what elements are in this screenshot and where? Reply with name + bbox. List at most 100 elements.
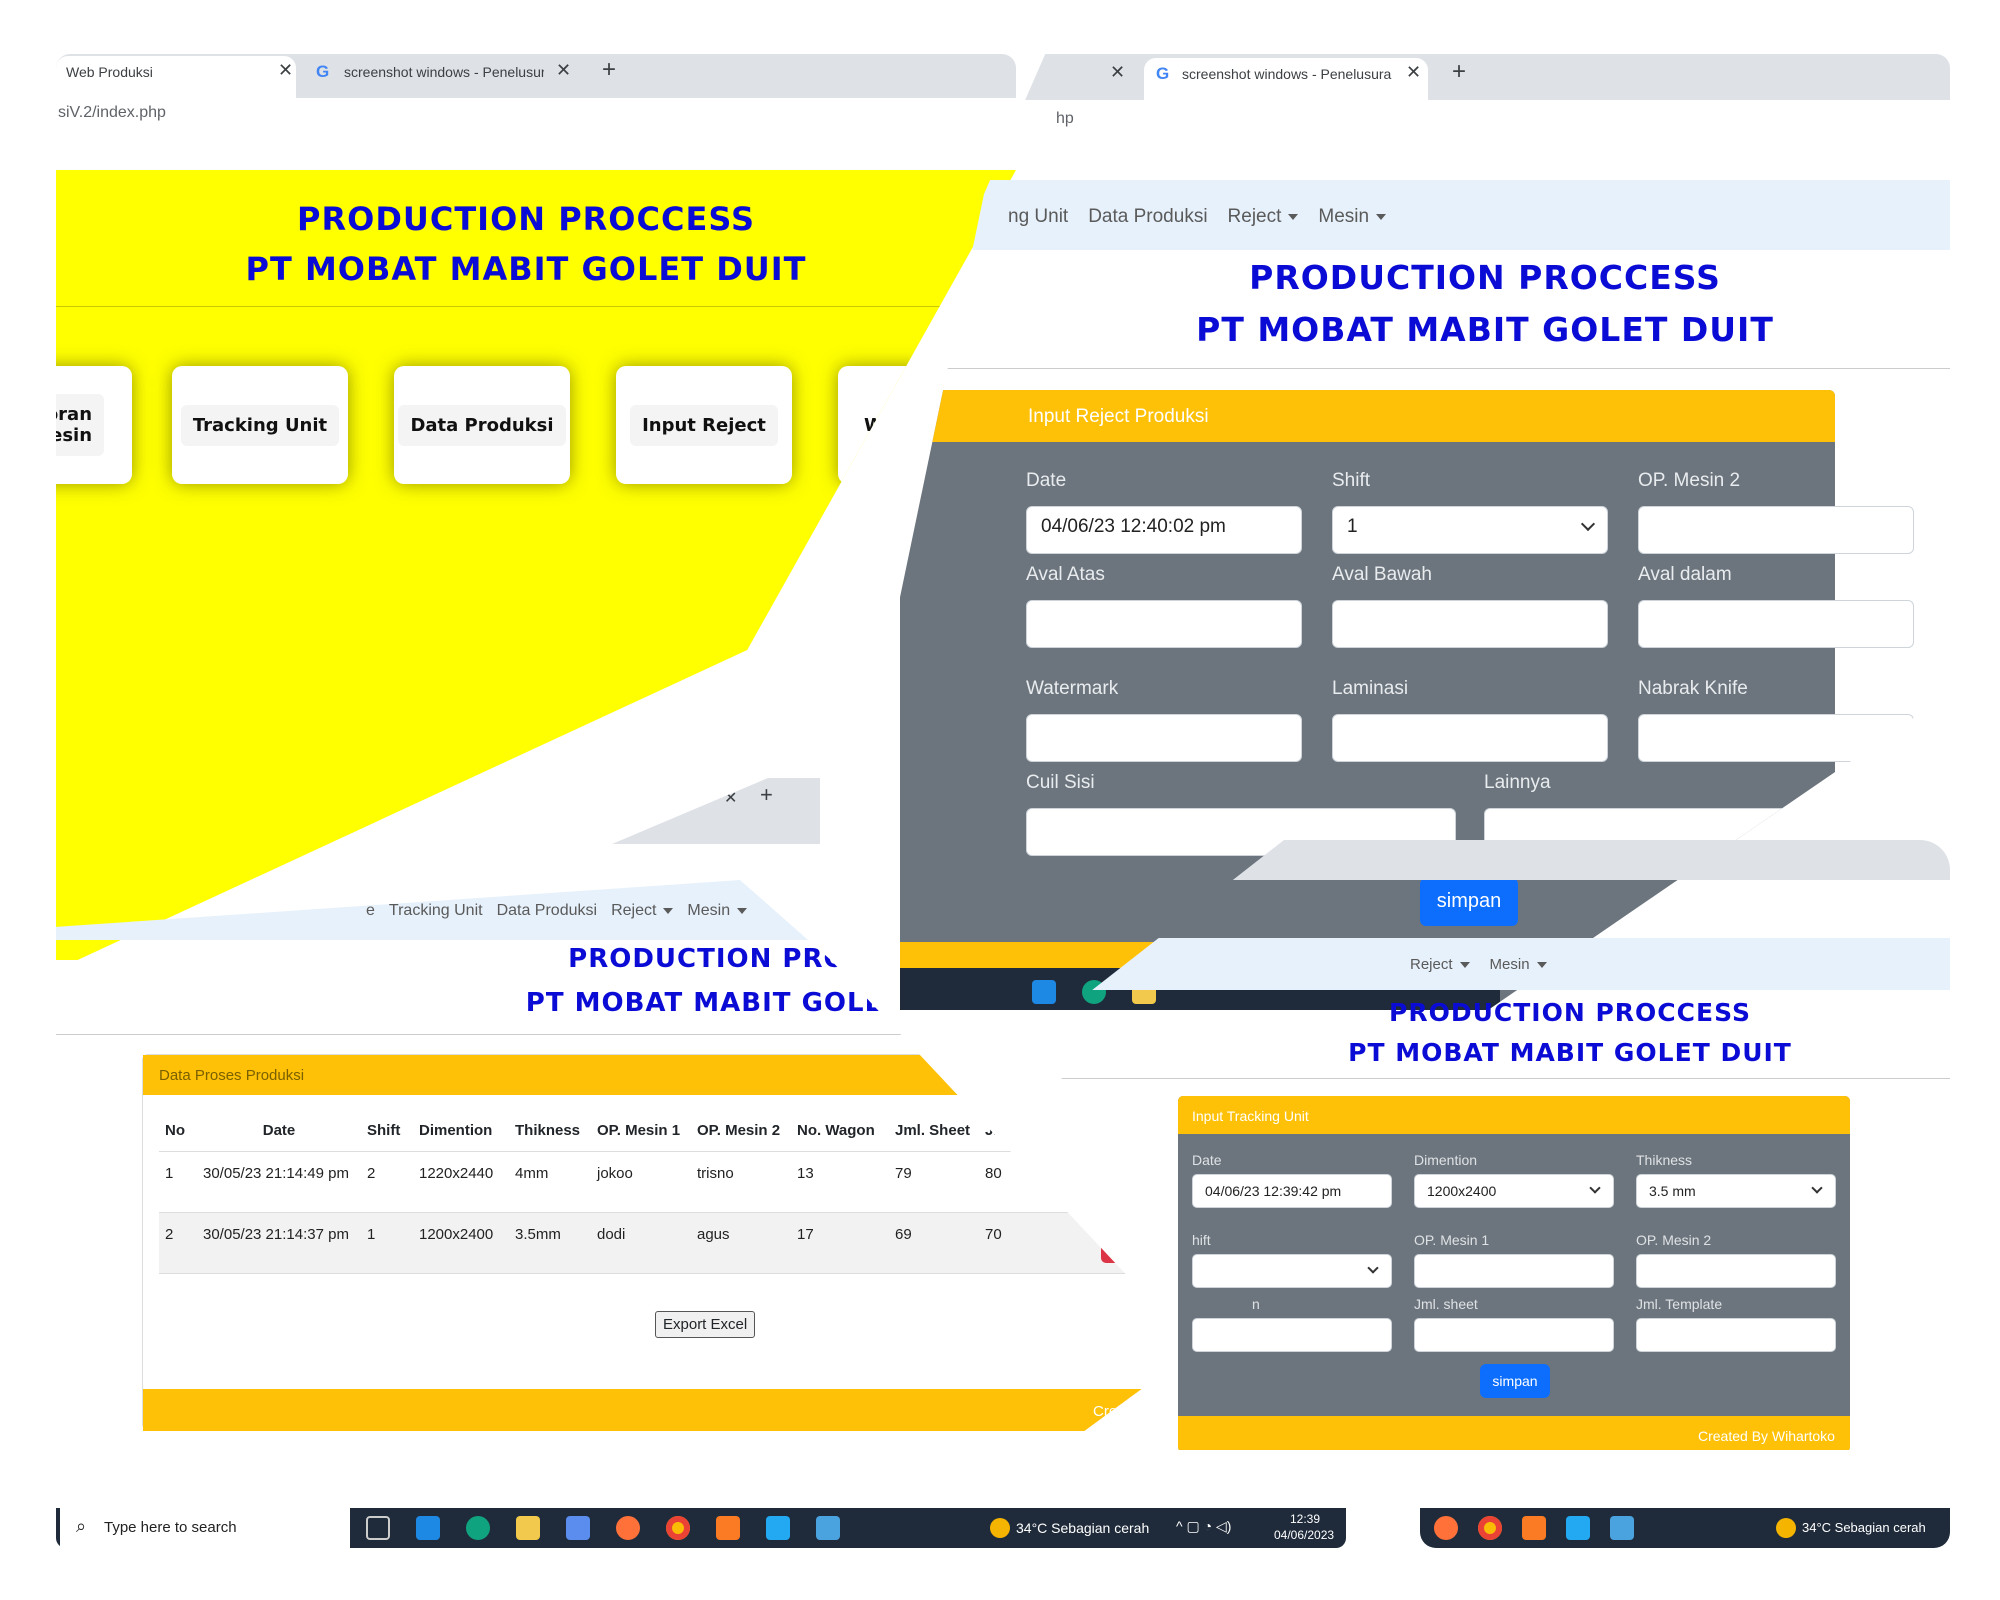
nav-data-produksi[interactable]: Data Produksi (1088, 206, 1207, 250)
nav-reject[interactable]: Reject (1228, 206, 1299, 250)
mail-icon[interactable] (416, 1516, 440, 1540)
op-mesin-2-label: OP. Mesin 2 (1636, 1232, 1712, 1248)
cell-no-wagon: 13 (797, 1165, 814, 1182)
cell-jml-template: 70 (985, 1226, 1002, 1243)
clock-time[interactable]: 12:39 (1290, 1512, 1320, 1526)
vscode-icon[interactable] (1566, 1516, 1590, 1540)
col-shift: Shift (367, 1122, 401, 1139)
chevron-down-icon (1376, 213, 1387, 220)
menu-data-produksi[interactable]: Data Produksi (394, 366, 570, 484)
aval-atas-field[interactable] (1026, 600, 1302, 648)
address-bar[interactable]: hp (900, 104, 1950, 140)
nav-mesin[interactable]: Mesin (1318, 206, 1387, 250)
menu-label: Data Produksi (398, 404, 566, 446)
card-footer (143, 1389, 1196, 1431)
op-mesin-2-label: OP. Mesin 2 (1638, 470, 1741, 491)
chrome-icon[interactable] (666, 1516, 690, 1540)
menu-label: Input Reject (630, 404, 778, 446)
menu-laporan-mesin[interactable]: oran lesin (56, 366, 132, 484)
cell-no: 2 (165, 1226, 174, 1243)
chevron-down-icon (1288, 213, 1299, 220)
close-tab-icon[interactable]: ✕ (556, 60, 571, 81)
search-box[interactable]: ⌕ Type here to search (60, 1508, 350, 1548)
edge-icon[interactable] (466, 1516, 490, 1540)
op-mesin-2-field[interactable] (1636, 1254, 1836, 1288)
aval-bawah-field[interactable] (1332, 600, 1608, 648)
watermark-field[interactable] (1026, 714, 1302, 762)
jml-template-field[interactable] (1636, 1318, 1836, 1352)
nav-label: Mesin (1489, 956, 1530, 973)
new-tab-icon[interactable]: + (1452, 58, 1466, 86)
shift-value: 1 (1347, 516, 1358, 537)
date-field[interactable]: 04/06/23 12:39:42 pm (1192, 1174, 1392, 1208)
tracking-card: Input Tracking Unit Date Dimention Thikn… (1178, 1096, 1850, 1450)
vscode-icon[interactable] (766, 1516, 790, 1540)
nav-reject[interactable]: Reject (611, 902, 674, 940)
table-row: 2 30/05/23 21:14:37 pm 1 1200x2400 3.5mm… (159, 1212, 1196, 1274)
store-icon[interactable] (566, 1516, 590, 1540)
search-tab-title[interactable]: screenshot windows - Penelusura (344, 64, 544, 80)
firefox-icon[interactable] (1434, 1516, 1458, 1540)
cell-date: 30/05/23 21:14:49 pm (203, 1165, 349, 1182)
cell-jml-sheet: 69 (895, 1226, 912, 1243)
save-button[interactable]: simpan (1480, 1364, 1550, 1398)
nav-tracking-unit[interactable]: ng Unit (1008, 206, 1068, 250)
op-mesin-1-label: OP. Mesin 1 (1414, 1232, 1490, 1248)
menu-tracking-unit[interactable]: Tracking Unit (172, 366, 348, 484)
menu-label: Tracking Unit (180, 404, 340, 446)
op-mesin-1-field[interactable] (1414, 1254, 1614, 1288)
nav-reject[interactable]: Reject (1410, 956, 1470, 990)
laminasi-field[interactable] (1332, 714, 1608, 762)
no-wagon-field[interactable] (1192, 1318, 1392, 1352)
export-excel-button[interactable]: Export Excel (655, 1311, 756, 1338)
new-tab-icon[interactable]: + (602, 56, 616, 84)
menu-input-reject[interactable]: Input Reject (616, 366, 792, 484)
jml-sheet-label: Jml. sheet (1414, 1296, 1478, 1312)
photos-icon[interactable] (816, 1516, 840, 1540)
weather-icon (1776, 1518, 1796, 1538)
weather-text[interactable]: 34°C Sebagian cerah (1016, 1520, 1149, 1536)
weather-text[interactable]: 34°C Sebagian cerah (1802, 1520, 1926, 1535)
date-field[interactable]: 04/06/23 12:40:02 pm (1026, 506, 1302, 554)
clock-date[interactable]: 04/06/2023 (1274, 1528, 1334, 1542)
mail-icon[interactable] (1032, 980, 1056, 1004)
nav-data-produksi[interactable]: Data Produksi (497, 902, 598, 940)
address-bar[interactable]: siV.2/index.php (56, 98, 1016, 132)
shift-label: Shift (1332, 470, 1371, 491)
nav-mesin[interactable]: Mesin (687, 902, 748, 940)
divider (56, 1034, 1056, 1035)
col-op-mesin-2: OP. Mesin 2 (697, 1122, 781, 1139)
thikness-select[interactable]: 3.5 mm (1636, 1174, 1836, 1208)
photos-icon[interactable] (1610, 1516, 1634, 1540)
close-tab-icon[interactable]: ✕ (1110, 62, 1125, 83)
aval-dalam-field[interactable] (1638, 600, 1914, 648)
watermark-label: Watermark (1026, 678, 1119, 699)
shift-select[interactable] (1192, 1254, 1392, 1288)
dimention-select[interactable]: 1200x2400 (1414, 1174, 1614, 1208)
nav-label: Reject (611, 902, 657, 919)
tray-icons[interactable]: ^ ▢ ◔ ◁) (1176, 1518, 1231, 1535)
cell-dimention: 1220x2440 (419, 1165, 494, 1182)
firefox-icon[interactable] (616, 1516, 640, 1540)
jml-sheet-field[interactable] (1414, 1318, 1614, 1352)
nabrak-knife-field[interactable] (1638, 714, 1914, 762)
divider (56, 306, 996, 307)
chevron-down-icon (1536, 962, 1547, 969)
chevron-down-icon (1367, 1262, 1379, 1274)
task-view-icon[interactable] (366, 1516, 390, 1540)
shift-select[interactable]: 1 (1332, 506, 1608, 554)
nav-tracking-unit[interactable]: Tracking Unit (389, 902, 483, 940)
chrome-icon[interactable] (1478, 1516, 1502, 1540)
chevron-down-icon (663, 907, 674, 914)
close-tab-icon[interactable]: ✕ (278, 60, 293, 81)
nav-mesin[interactable]: Mesin (1490, 956, 1547, 990)
new-tab-icon[interactable]: + (760, 782, 773, 808)
cell-op-mesin-1: dodi (597, 1226, 626, 1243)
close-tab-icon[interactable]: ✕ (1406, 62, 1421, 83)
xampp-icon[interactable] (716, 1516, 740, 1540)
tracking-window: Reject Mesin PRODUCTION PROCCESS PT MOBA… (1050, 840, 1950, 1450)
nav-item[interactable]: e (366, 902, 375, 940)
op-mesin-2-field[interactable] (1638, 506, 1914, 554)
xampp-icon[interactable] (1522, 1516, 1546, 1540)
folder-icon[interactable] (516, 1516, 540, 1540)
